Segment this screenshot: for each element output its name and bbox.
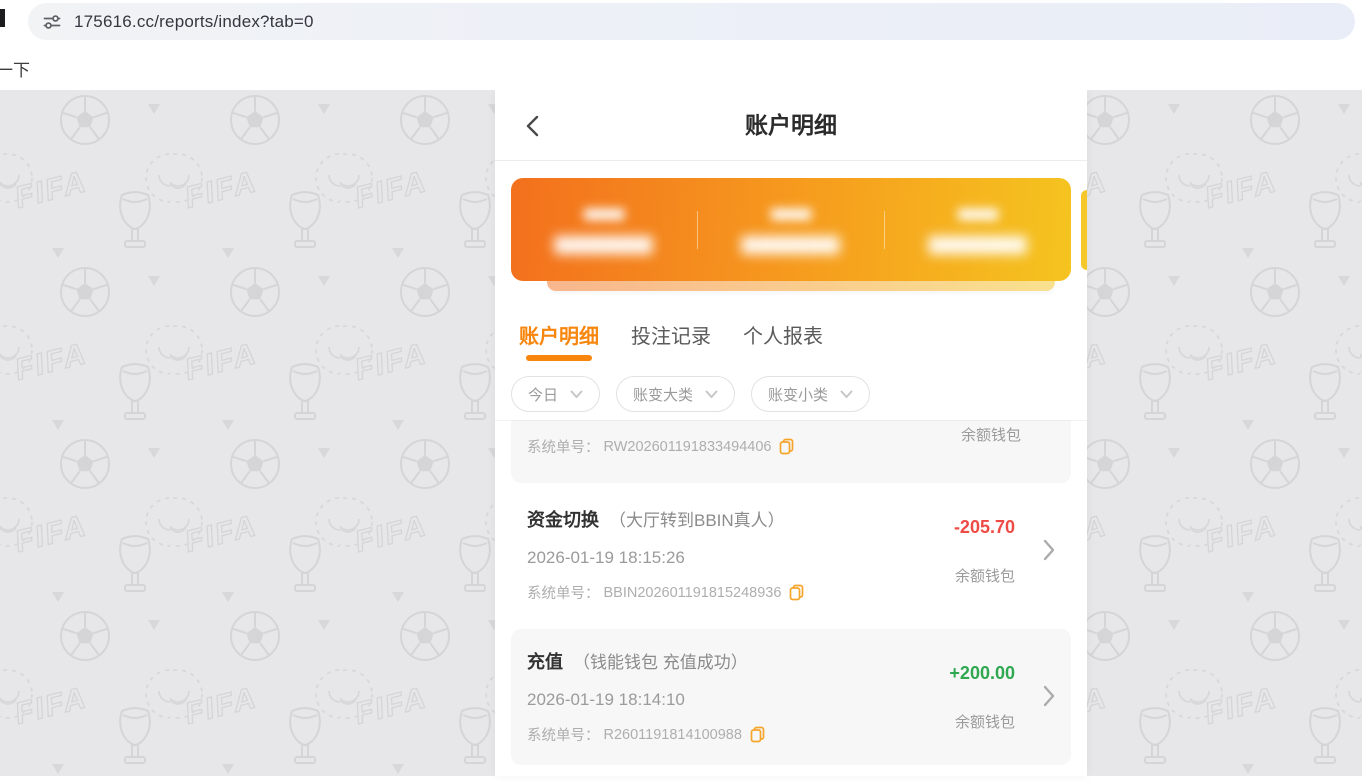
next-card-sliver [1081, 190, 1087, 270]
order-number: BBIN202601191815248936 [604, 585, 782, 601]
filter-date-dropdown[interactable]: 今日 [511, 376, 600, 412]
panel-header: 账户明细 [495, 90, 1087, 161]
wallet-label: 余额钱包 [955, 711, 1015, 732]
chevron-down-icon [840, 390, 853, 399]
wallet-label: 余额钱包 [955, 565, 1015, 586]
transaction-amount: +200.00 [949, 663, 1015, 684]
wallet-label: 余额钱包 [961, 424, 1021, 445]
url-text[interactable]: 175616.cc/reports/index?tab=0 [74, 12, 314, 32]
transaction-type: 充值 [527, 649, 563, 675]
summary-label-blurred: ▆▆▆▆ [958, 205, 998, 221]
transaction-row[interactable]: 资金切换 （大厅转到BBIN真人） 2026-01-19 18:15:26 系统… [511, 491, 1071, 621]
copy-icon[interactable] [779, 438, 794, 455]
account-details-panel: 账户明细 ▆▆▆▆ ▆▆▆▆▆▆ ▆▆▆▆ ▆▆▆▆▆▆ ▆▆▆▆ ▆▆▆▆▆▆… [495, 90, 1087, 776]
page-title: 账户明细 [495, 90, 1087, 161]
order-label: 系统单号： [527, 436, 600, 457]
tab-personal-report[interactable]: 个人报表 [743, 300, 823, 368]
page-fragment-text: 一下 [0, 56, 30, 81]
order-label: 系统单号： [527, 724, 600, 745]
filter-label: 账变大类 [633, 384, 693, 405]
filter-label: 今日 [528, 384, 558, 405]
filter-major-category-dropdown[interactable]: 账变大类 [616, 376, 735, 412]
summary-label-blurred: ▆▆▆▆ [584, 205, 624, 221]
order-number: RW202601191833494406 [604, 439, 772, 455]
browser-topbar: 175616.cc/reports/index?tab=0 [0, 0, 1362, 42]
chevron-down-icon [570, 390, 583, 399]
copy-icon[interactable] [750, 726, 765, 743]
summary-column: ▆▆▆▆ ▆▆▆▆▆▆ [885, 205, 1071, 255]
url-bar[interactable]: 175616.cc/reports/index?tab=0 [28, 3, 1355, 40]
order-label: 系统单号： [527, 582, 600, 603]
transaction-row[interactable]: 充值 （钱能钱包 充值成功） 2026-01-19 18:14:10 系统单号：… [511, 629, 1071, 765]
summary-value-blurred: ▆▆▆▆▆▆ [555, 230, 653, 255]
transaction-note: （大厅转到BBIN真人） [609, 508, 785, 534]
transaction-note: （钱能钱包 充值成功） [573, 650, 748, 676]
summary-value-blurred: ▆▆▆▆▆▆ [929, 230, 1027, 255]
window-edge-fragment [0, 9, 5, 27]
filter-minor-category-dropdown[interactable]: 账变小类 [751, 376, 870, 412]
tab-label: 个人报表 [743, 320, 823, 349]
transaction-list[interactable]: 2026-01-19 18:33:30 系统单号：RW2026011918334… [511, 378, 1071, 765]
summary-value-blurred: ▆▆▆▆▆▆ [742, 230, 840, 255]
chevron-right-icon[interactable] [1043, 539, 1055, 561]
tab-label: 账户明细 [519, 320, 599, 349]
transaction-amount: -205.70 [954, 517, 1015, 538]
filter-label: 账变小类 [768, 384, 828, 405]
transaction-type: 资金切换 [527, 507, 599, 533]
active-tab-underline [526, 355, 592, 361]
order-number: R2601191814100988 [604, 727, 742, 743]
card-stack-peek [547, 281, 1055, 291]
chevron-down-icon [705, 390, 718, 399]
report-tabs: 账户明细 投注记录 个人报表 [495, 300, 1087, 368]
site-settings-icon[interactable] [42, 12, 62, 32]
tab-label: 投注记录 [631, 320, 711, 349]
summary-column: ▆▆▆▆ ▆▆▆▆▆▆ [511, 205, 697, 255]
page-top-strip: 一下 [0, 42, 1362, 90]
tab-bet-records[interactable]: 投注记录 [631, 300, 711, 368]
chevron-right-icon[interactable] [1043, 685, 1055, 707]
transaction-datetime: 2026-01-19 18:14:10 [527, 688, 1055, 712]
filter-bar: 今日 账变大类 账变小类 [495, 368, 1087, 420]
balance-summary-card[interactable]: ▆▆▆▆ ▆▆▆▆▆▆ ▆▆▆▆ ▆▆▆▆▆▆ ▆▆▆▆ ▆▆▆▆▆▆ [511, 178, 1071, 281]
copy-icon[interactable] [789, 584, 804, 601]
tab-account-details[interactable]: 账户明细 [519, 300, 599, 368]
summary-label-blurred: ▆▆▆▆ [771, 205, 811, 221]
summary-column: ▆▆▆▆ ▆▆▆▆▆▆ [698, 205, 884, 255]
